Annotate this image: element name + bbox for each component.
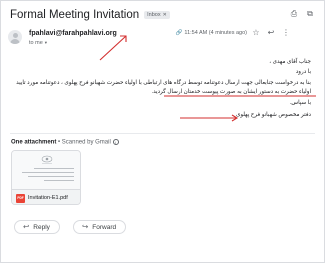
- scan-label: Scanned by Gmail: [61, 139, 111, 146]
- star-icon[interactable]: ☆: [251, 28, 261, 38]
- inbox-label-text: Inbox: [147, 12, 161, 18]
- sender-email: fpahlavi@farahpahlavi.org: [29, 30, 117, 37]
- body-salutation: با درود: [295, 69, 311, 75]
- body-greeting: جناب آقای مهدی ،: [269, 59, 311, 65]
- attachment-preview: [12, 151, 80, 189]
- forward-button-label: Forward: [92, 223, 117, 231]
- recipient-details-icon[interactable]: ▾: [45, 40, 47, 45]
- attachment-card[interactable]: PDF Invitation-E1.pdf: [11, 150, 81, 205]
- subject-row: Formal Meeting Invitation Inbox ✕: [10, 9, 170, 21]
- forward-icon: ↪: [82, 222, 89, 232]
- info-icon[interactable]: i: [112, 139, 119, 145]
- more-vert-icon[interactable]: ⋮: [281, 28, 291, 38]
- timestamp-line: 🔗 11:54 AM (4 minutes ago): [176, 30, 247, 36]
- preview-text-line: [22, 172, 74, 173]
- reply-button[interactable]: ↩ Reply: [14, 220, 60, 234]
- preview-text-line: [44, 180, 74, 181]
- recipient-text: to me: [29, 40, 43, 46]
- body-signature: دفتر مخصوص شهبانو فرح پهلوی: [236, 112, 311, 118]
- open-new-window-icon[interactable]: ⧉: [305, 9, 315, 19]
- body-paragraph-line1: بنا به درخواست جنابعالی جهت ارسال دعوتنا…: [16, 80, 311, 86]
- attachment-filename: Invitation-E1.pdf: [28, 195, 68, 201]
- recipient-line[interactable]: to me ▾: [29, 40, 47, 46]
- preview-text-line: [28, 176, 74, 177]
- document-logo-icon: [41, 155, 53, 164]
- reply-arrow-icon: ↩: [23, 222, 30, 232]
- print-icon[interactable]: ⎙: [289, 9, 299, 19]
- section-divider: [10, 133, 315, 134]
- preview-text-line: [34, 168, 74, 169]
- email-subject: Formal Meeting Invitation: [10, 9, 140, 21]
- sender-avatar: [8, 30, 22, 44]
- attachment-header: One attachment • Scanned by Gmail i: [11, 139, 119, 146]
- paperclip-icon: 🔗: [175, 30, 183, 36]
- inbox-label-chip[interactable]: Inbox ✕: [144, 11, 170, 19]
- attachment-count: One attachment: [11, 139, 57, 146]
- body-closing: با سپاس.: [289, 100, 311, 106]
- attachment-footer: PDF Invitation-E1.pdf: [12, 189, 80, 204]
- remove-label-icon[interactable]: ✕: [163, 12, 167, 18]
- body-paragraph-line2: اولیاء حضرت به دستور ایشان به صورت پیوست…: [151, 89, 311, 95]
- timestamp: 11:54 AM (4 minutes ago): [184, 30, 247, 36]
- forward-button[interactable]: ↪ Forward: [73, 220, 127, 234]
- reply-button-label: Reply: [33, 223, 50, 231]
- pdf-icon: PDF: [16, 194, 25, 203]
- reply-icon[interactable]: ↩: [266, 28, 276, 38]
